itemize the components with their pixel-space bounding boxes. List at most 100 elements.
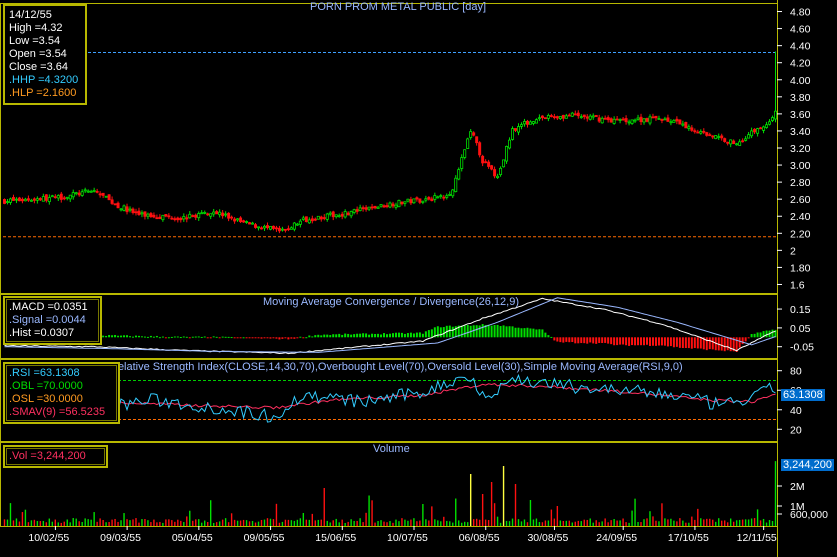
candle-body — [406, 198, 410, 202]
volume-bar — [753, 518, 756, 526]
macd-tick-label: -0.05 — [790, 342, 814, 354]
macd-histogram-bar — [389, 333, 391, 338]
candle-body — [537, 117, 541, 120]
price-tick-label: 3.20 — [790, 143, 811, 155]
candle-body — [499, 167, 503, 176]
candle-body — [161, 214, 165, 221]
volume-bar — [732, 521, 735, 526]
candle-body — [20, 198, 24, 202]
volume-bar — [320, 519, 322, 526]
smav-line — [4, 383, 776, 410]
candle-body — [771, 117, 775, 121]
stock-chart[interactable]: 4.80 4.60 4.40 4.20 4.00 3.80 3.60 3.40 3.20 3.00… — [0, 0, 837, 557]
macd-histogram-bar — [640, 337, 643, 346]
candle-body — [687, 126, 691, 129]
macd-histogram-bar — [595, 337, 598, 344]
volume-bar — [99, 518, 101, 526]
macd-histogram-bar — [711, 337, 714, 350]
volume-panel[interactable] — [3, 461, 777, 526]
macd-histogram-bar — [562, 337, 565, 343]
price-panel[interactable] — [3, 51, 777, 234]
macd-histogram-bar — [108, 334, 111, 338]
candle-body — [277, 227, 281, 232]
macd-histogram-bar — [257, 337, 260, 339]
candle-body — [424, 198, 428, 201]
volume-bar — [108, 521, 110, 526]
candle-body — [555, 116, 559, 119]
volume-bar — [368, 495, 370, 526]
volume-bar — [718, 518, 720, 526]
candle-body — [639, 116, 643, 123]
candle-body — [197, 213, 201, 219]
candle-body — [83, 189, 87, 192]
macd-histogram-bar — [278, 337, 281, 340]
volume-bar — [162, 522, 164, 526]
volume-bar — [18, 521, 21, 526]
candle-body — [684, 121, 688, 129]
macd-histogram-bar — [236, 337, 239, 339]
candle-body — [304, 216, 308, 223]
volume-info-box: .Vol =3,244,200 — [3, 445, 108, 468]
volume-bar — [538, 522, 541, 526]
macd-histogram-bar — [738, 337, 741, 348]
macd-histogram-bar — [418, 332, 421, 338]
volume-bar — [293, 520, 296, 526]
volume-title: Volume — [373, 443, 410, 455]
macd-histogram-bar — [368, 334, 371, 338]
date-tick-label: 09/03/55 — [100, 532, 141, 544]
macd-histogram-bar — [538, 329, 541, 338]
volume-bar — [144, 518, 146, 526]
macd-histogram-bar — [637, 337, 640, 346]
volume-bar — [547, 520, 550, 526]
volume-bar — [744, 519, 747, 526]
candle-body — [370, 206, 374, 209]
macd-histogram-bar — [526, 327, 529, 338]
macd-histogram-bar — [397, 332, 400, 338]
macd-histogram-bar — [182, 336, 185, 338]
candle-body — [26, 198, 30, 201]
candle-body — [543, 117, 547, 120]
candle-body — [472, 132, 476, 136]
volume-bar — [323, 488, 325, 526]
candle-body — [152, 214, 156, 218]
volume-bar — [455, 498, 457, 526]
candle-body — [251, 222, 255, 225]
candle-body — [615, 118, 619, 121]
macd-histogram-bar — [421, 333, 424, 338]
candle-body — [185, 217, 189, 220]
macd-histogram-bar — [356, 333, 359, 338]
candle-body — [206, 213, 210, 216]
candle-body — [280, 228, 284, 231]
volume-bar — [209, 500, 212, 526]
volume-bar — [685, 522, 687, 526]
volume-bar — [335, 518, 337, 526]
candle-body — [361, 207, 365, 210]
volume-bar — [126, 519, 128, 526]
volume-bar — [344, 522, 346, 526]
macd-histogram-bar — [374, 333, 377, 338]
macd-histogram-bar — [245, 337, 248, 339]
candle-body — [313, 218, 317, 221]
candle-body — [493, 169, 497, 177]
volume-bar — [21, 512, 24, 526]
volume-bar — [9, 503, 12, 526]
candle-body — [367, 206, 371, 210]
info-open: Open =3.54 — [9, 48, 67, 60]
candle-body — [50, 195, 54, 198]
macd-histogram-bar — [520, 328, 523, 338]
macd-histogram-bar — [439, 327, 442, 338]
volume-bar — [350, 519, 352, 526]
volume-bar — [469, 474, 472, 526]
candle-body — [666, 117, 670, 122]
volume-bar — [81, 522, 83, 526]
volume-bar — [156, 522, 158, 526]
volume-bar — [12, 520, 15, 526]
candle-body — [71, 192, 75, 198]
volume-bar — [741, 519, 744, 526]
candle-body — [322, 217, 326, 219]
volume-bar — [120, 520, 122, 526]
volume-bar — [314, 520, 316, 526]
macd-histogram-bar — [338, 333, 341, 338]
macd-histogram-bar — [134, 335, 137, 338]
volume-bar — [762, 518, 765, 526]
